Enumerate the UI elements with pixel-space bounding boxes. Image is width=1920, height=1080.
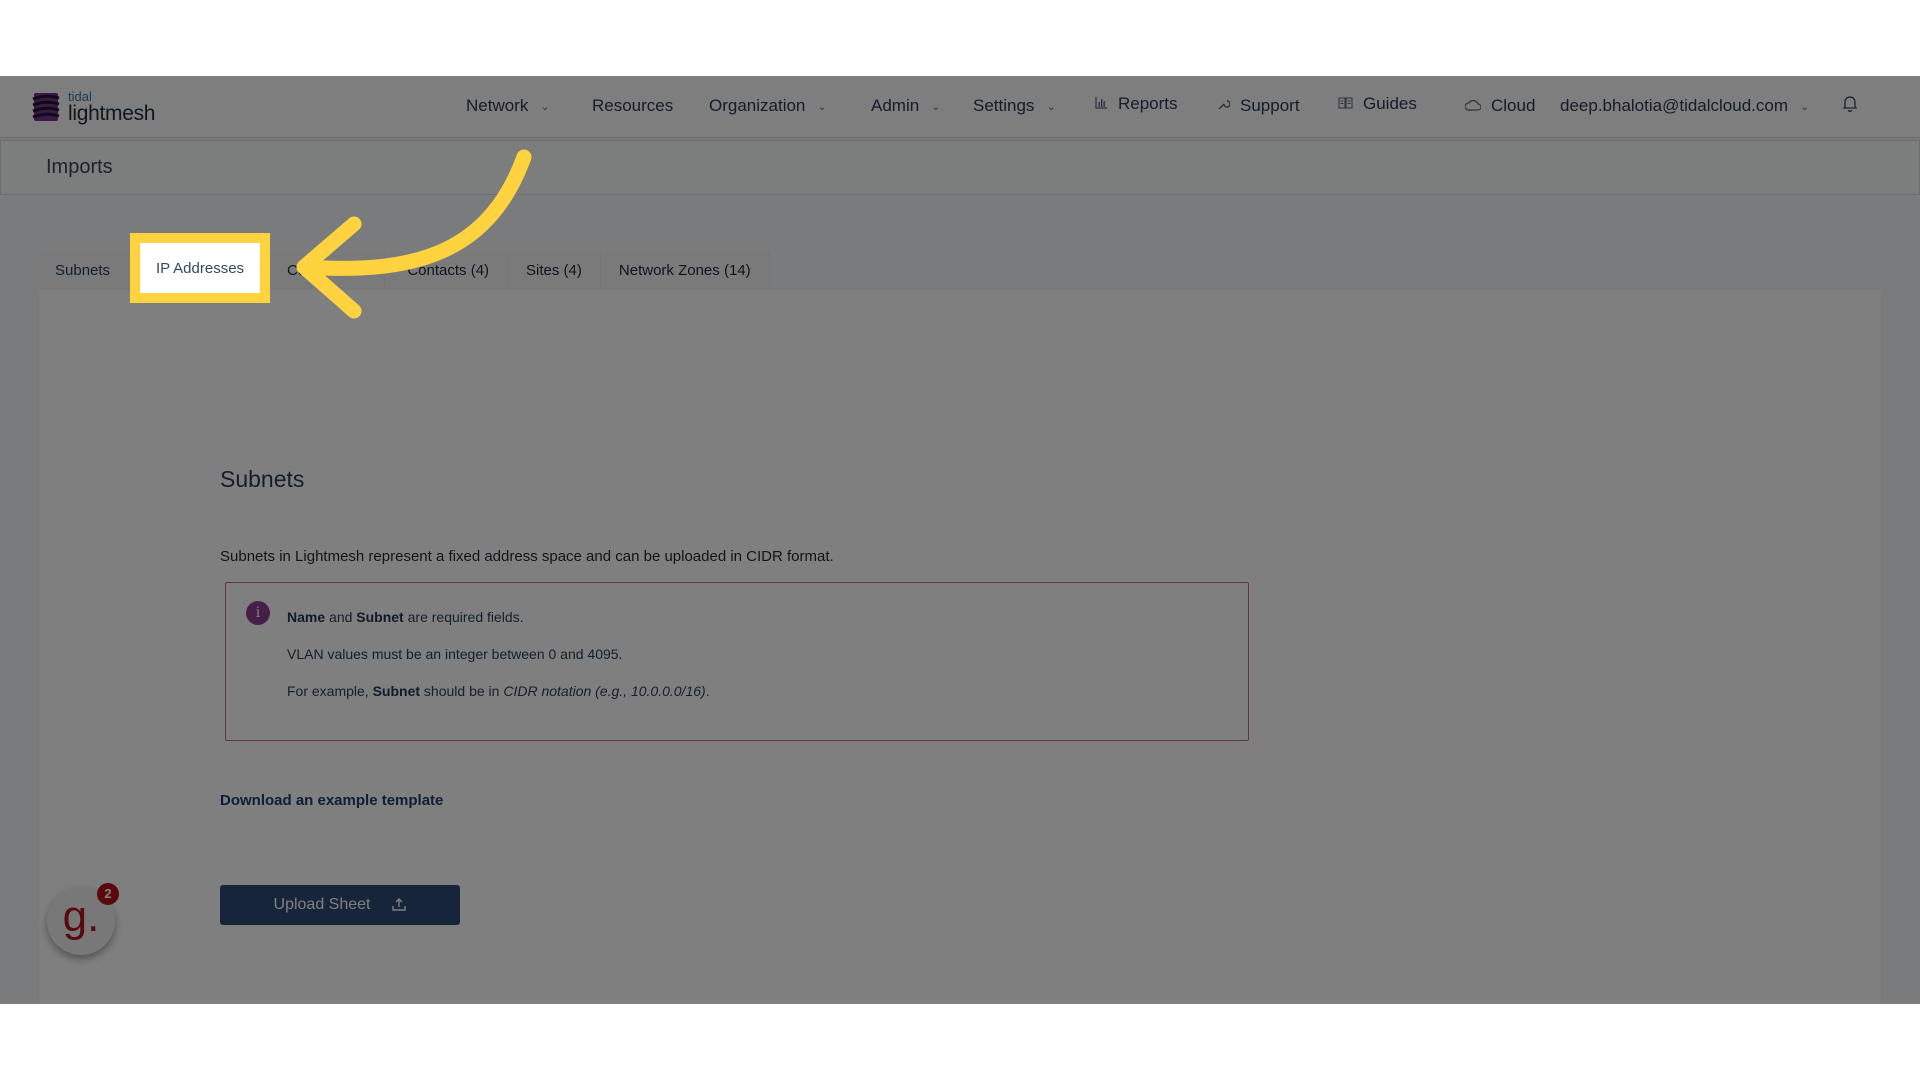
page-header-bar: Imports: [0, 140, 1920, 195]
tab-sites[interactable]: Sites (4): [508, 251, 601, 290]
nav-admin[interactable]: Admin ⌄: [871, 96, 940, 116]
upload-sheet-label: Upload Sheet: [273, 896, 371, 913]
bottom-blank-strip: [0, 1004, 1920, 1080]
tab-customers[interactable]: Cu: [269, 251, 386, 290]
info-line-required: Name and Subnet are required fields.: [287, 609, 524, 625]
field-subnet-bold: Subnet: [356, 609, 404, 625]
tab-subnets[interactable]: Subnets: [39, 251, 130, 290]
chevron-down-icon: ⌄: [1800, 100, 1810, 113]
logo-big-text: lightmesh: [68, 102, 156, 125]
lightmesh-logo[interactable]: tidal lightmesh: [32, 88, 155, 126]
section-title: Subnets: [220, 466, 305, 492]
cloud-icon: [1464, 99, 1482, 114]
book-icon: [1338, 97, 1353, 112]
chevron-down-icon: ⌄: [1046, 100, 1056, 113]
nav-resources[interactable]: Resources: [592, 96, 673, 116]
user-email: deep.bhalotia@tidalcloud.com: [1560, 96, 1789, 115]
cidr-example: CIDR notation (e.g., 10.0.0.0/16): [503, 683, 706, 699]
nav-guides[interactable]: Guides: [1338, 94, 1417, 114]
app-window: tidal lightmesh Network ⌄ Resources Orga…: [0, 76, 1920, 1004]
highlighted-tab-ip-addresses[interactable]: IP Addresses: [130, 233, 270, 303]
chevron-down-icon: ⌄: [931, 100, 941, 113]
info-text: and: [325, 609, 357, 625]
bell-icon: [1842, 94, 1858, 117]
notifications-button[interactable]: [1842, 94, 1858, 117]
tab-sites-label: Sites (4): [526, 262, 582, 279]
page-title: Imports: [46, 156, 113, 178]
field-subnet-bold: Subnet: [372, 683, 421, 699]
tab-contacts-label: Contacts (4): [407, 262, 490, 279]
tab-network-zones-label: Network Zones (14): [618, 262, 751, 279]
nav-organization[interactable]: Organization ⌄: [709, 96, 827, 116]
section-description: Subnets in Lightmesh represent a fixed a…: [220, 548, 834, 565]
nav-cloud[interactable]: Cloud: [1464, 96, 1536, 116]
chat-logo-icon: g.: [62, 892, 100, 941]
chevron-down-icon: ⌄: [540, 100, 550, 113]
info-callout: i Name and Subnet are required fields. V…: [225, 582, 1249, 741]
chevron-down-icon: ⌄: [817, 100, 827, 113]
info-text: should be in: [420, 683, 504, 699]
highlighted-tab-label: IP Addresses: [155, 259, 245, 277]
info-line-example: For example, Subnet should be in CIDR no…: [287, 683, 710, 699]
nav-support-label: Support: [1240, 96, 1300, 115]
nav-support[interactable]: Support: [1217, 96, 1300, 116]
top-navbar: tidal lightmesh Network ⌄ Resources Orga…: [0, 76, 1920, 138]
nav-reports[interactable]: Reports: [1095, 94, 1178, 114]
nav-cloud-label: Cloud: [1491, 96, 1536, 115]
info-text: are required fields.: [403, 609, 524, 625]
nav-settings[interactable]: Settings ⌄: [973, 96, 1056, 116]
bar-chart-icon: [1095, 96, 1108, 112]
info-text: For example,: [287, 683, 373, 699]
tab-customers-label: Cu: [287, 262, 307, 279]
upload-icon: [392, 897, 407, 914]
nav-network[interactable]: Network ⌄: [466, 96, 550, 116]
info-line-vlan: VLAN values must be an integer between 0…: [287, 646, 623, 662]
top-blank-strip: [0, 0, 1920, 76]
nav-organization-label: Organization: [709, 96, 806, 115]
field-name-bold: Name: [287, 609, 326, 625]
upload-sheet-button[interactable]: Upload Sheet: [220, 885, 460, 925]
nav-settings-label: Settings: [973, 96, 1035, 115]
tab-network-zones[interactable]: Network Zones (14): [600, 251, 770, 290]
nav-resources-label: Resources: [592, 96, 674, 115]
download-template-link[interactable]: Download an example template: [220, 792, 443, 809]
notification-badge: 2: [97, 883, 119, 905]
nav-guides-label: Guides: [1363, 94, 1417, 113]
info-text: .: [705, 683, 710, 699]
tab-contacts[interactable]: Contacts (4): [385, 251, 509, 290]
user-menu[interactable]: deep.bhalotia@tidalcloud.com ⌄: [1560, 96, 1809, 116]
wrench-icon: [1217, 98, 1231, 114]
logo-mark-icon: [32, 93, 60, 121]
info-icon: i: [246, 601, 270, 625]
nav-reports-label: Reports: [1118, 94, 1178, 113]
nav-admin-label: Admin: [871, 96, 920, 115]
chat-widget-button[interactable]: g. 2: [47, 883, 119, 955]
tab-subnets-label: Subnets: [55, 262, 111, 279]
nav-network-label: Network: [466, 96, 529, 115]
